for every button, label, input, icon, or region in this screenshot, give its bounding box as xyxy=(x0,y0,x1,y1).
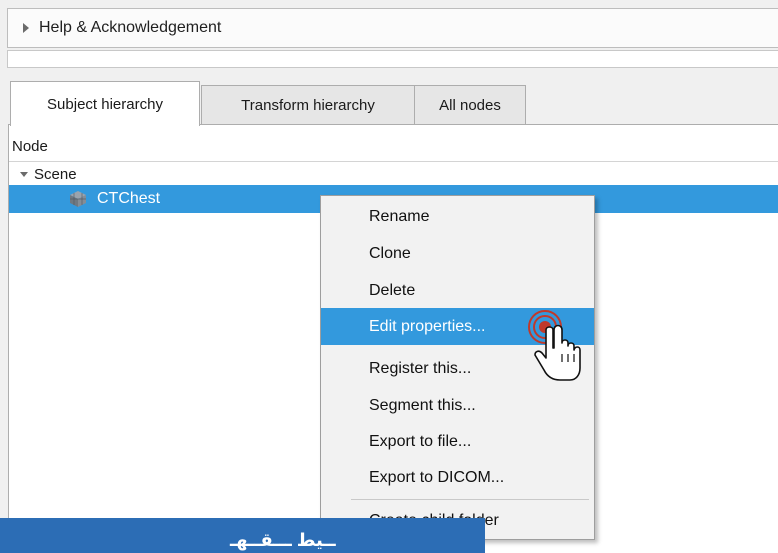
menu-item-rename[interactable]: Rename xyxy=(321,198,594,235)
menu-item-segment-this[interactable]: Segment this... xyxy=(321,387,594,424)
node-column-header[interactable]: Node xyxy=(9,132,778,162)
scene-label: Scene xyxy=(34,165,77,183)
caption-text: ــيط ـــقــهـ xyxy=(230,530,336,550)
tree-row-scene[interactable]: Scene xyxy=(9,163,77,185)
help-acknowledgement-label: Help & Acknowledgement xyxy=(39,19,222,36)
caption-banner: ــيط ـــقــهـ xyxy=(0,518,485,553)
hierarchy-tabs: Subject hierarchy Transform hierarchy Al… xyxy=(10,80,526,126)
spacer-bar xyxy=(7,50,778,68)
help-acknowledgement-section[interactable]: Help & Acknowledgement xyxy=(7,8,778,48)
volume-cube-icon xyxy=(69,190,87,208)
tab-subject-hierarchy[interactable]: Subject hierarchy xyxy=(10,81,200,126)
mouse-cursor xyxy=(520,300,600,390)
hand-pointer-icon xyxy=(534,324,581,381)
menu-item-clone[interactable]: Clone xyxy=(321,235,594,272)
menu-item-export-to-dicom[interactable]: Export to DICOM... xyxy=(321,459,594,496)
menu-item-export-to-file[interactable]: Export to file... xyxy=(321,423,594,460)
expand-arrow-icon[interactable] xyxy=(23,23,29,33)
tab-all-nodes[interactable]: All nodes xyxy=(414,85,526,125)
tab-transform-hierarchy[interactable]: Transform hierarchy xyxy=(201,85,415,125)
collapse-arrow-icon[interactable] xyxy=(20,171,28,177)
ctchest-label: CTChest xyxy=(97,190,161,207)
menu-separator xyxy=(351,499,589,500)
application-window: Help & Acknowledgement Subject hierarchy… xyxy=(0,0,778,553)
